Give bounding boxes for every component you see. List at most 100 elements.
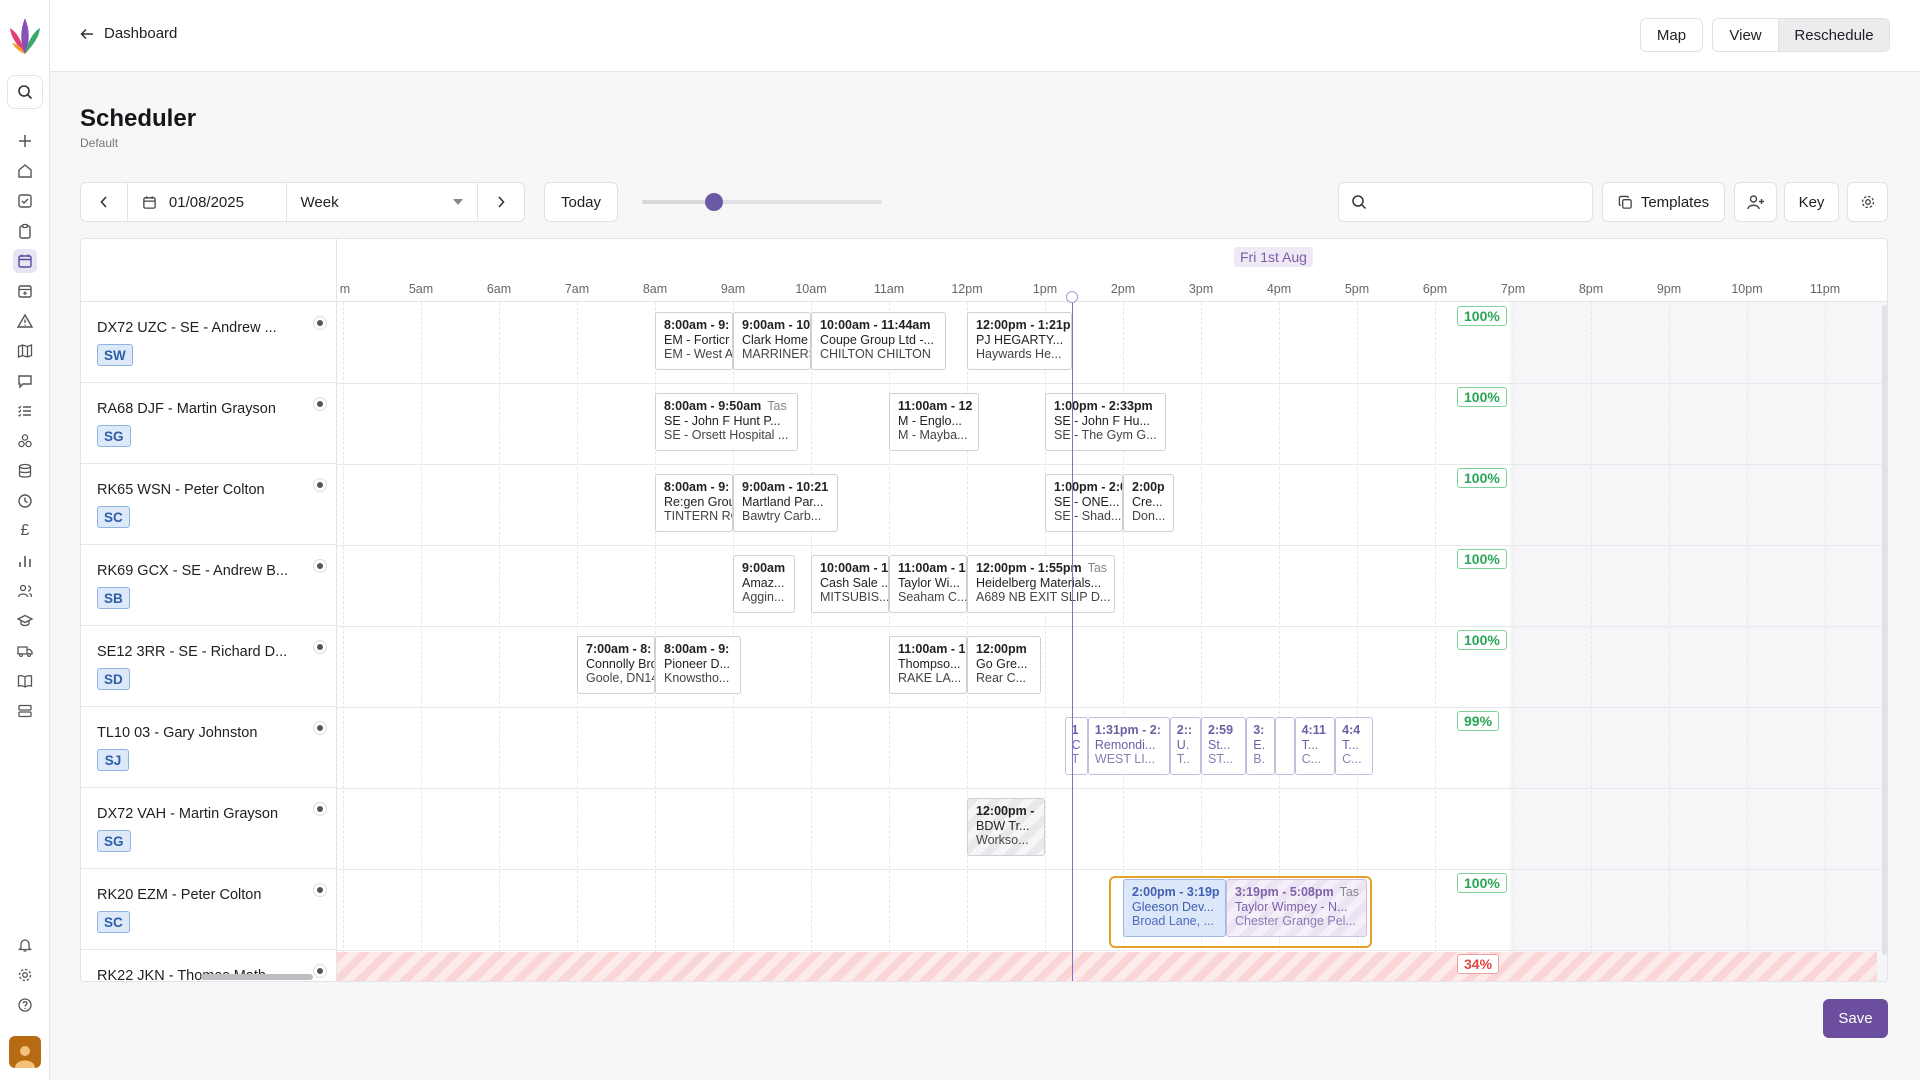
schedule-event[interactable]: 3: E. B. <box>1246 717 1276 775</box>
resource-row[interactable]: SE12 3RR - SE - Richard D... SD <box>81 626 337 707</box>
settings-icon[interactable] <box>13 963 37 987</box>
horizontal-scrollbar[interactable] <box>201 974 313 980</box>
resource-menu-icon[interactable] <box>313 640 327 654</box>
schedule-event[interactable]: 1CT <box>1064 717 1088 775</box>
schedule-event[interactable]: 1:00pm - 2:33pm SE - John F Hu... SE - The… <box>1045 393 1166 451</box>
truck-icon[interactable] <box>13 639 37 663</box>
schedule-event[interactable]: 11:00am - 12 Taylor Wi... Seaham C... <box>889 555 967 613</box>
schedule-event[interactable]: 9:00am - 10:21 Martland Par... Bawtry Carb… <box>733 474 839 532</box>
brand-logo[interactable] <box>8 16 42 56</box>
server-icon[interactable] <box>13 699 37 723</box>
search-field[interactable] <box>1338 182 1593 222</box>
resource-menu-icon[interactable] <box>313 397 327 411</box>
resource-row[interactable]: TL10 03 - Gary Johnston SJ <box>81 707 337 788</box>
message-icon[interactable] <box>13 369 37 393</box>
home-icon[interactable] <box>13 159 37 183</box>
user-avatar[interactable] <box>9 1036 41 1068</box>
bell-icon[interactable] <box>13 933 37 957</box>
cluster-icon[interactable] <box>13 429 37 453</box>
clipboard-icon[interactable] <box>13 219 37 243</box>
date-picker[interactable]: 01/08/2025 <box>126 183 287 221</box>
schedule-event[interactable]: 7:00am - 8: Connolly Bro Goole, DN14 <box>577 636 655 694</box>
calendar-icon <box>143 195 156 209</box>
reschedule-button[interactable]: Reschedule <box>1779 19 1889 51</box>
users-icon[interactable] <box>13 579 37 603</box>
resource-menu-icon[interactable] <box>313 478 327 492</box>
save-button[interactable]: Save <box>1823 999 1888 1038</box>
sidebar-search-button[interactable] <box>7 75 43 109</box>
schedule-event[interactable]: 8:00am - 9: Re:gen Grou TINTERN RO <box>655 474 733 532</box>
schedule-event[interactable]: 2:: U. T.. <box>1169 717 1201 775</box>
resource-row[interactable]: RK65 WSN - Peter Colton SC <box>81 464 337 545</box>
resource-menu-icon[interactable] <box>313 721 327 735</box>
schedule-event[interactable]: 12:00pm Go Gre... Rear C... <box>967 636 1042 694</box>
schedule-event[interactable]: 9:00am - 10 Clark Home MARRINERS <box>733 312 811 370</box>
schedule-event[interactable]: 11:00am - 1: Thompso... RAKE LA... <box>889 636 967 694</box>
pound-icon[interactable]: £ <box>13 519 37 543</box>
clock-icon[interactable] <box>13 489 37 513</box>
schedule-event[interactable]: 1:00pm - 2:0 SE - ONE... SE - Shad... <box>1045 474 1123 532</box>
event-location: C... <box>1342 752 1362 766</box>
schedule-event[interactable]: 8:00am - 9:50am Tas SE - John F Hunt P... S… <box>655 393 798 451</box>
zoom-slider-thumb[interactable] <box>705 193 723 211</box>
resource-menu-icon[interactable] <box>313 964 327 978</box>
resource-row[interactable]: DX72 VAH - Martin Grayson SG <box>81 788 337 869</box>
checkbox-icon[interactable] <box>13 189 37 213</box>
schedule-event[interactable]: 12:00pm - 1:55pm Tas Heidelberg Materials.… <box>967 555 1116 613</box>
schedule-event[interactable]: 8:00am - 9: EM - Forticr EM - West A <box>655 312 733 370</box>
map-icon[interactable] <box>13 339 37 363</box>
today-button[interactable]: Today <box>544 182 618 222</box>
key-button[interactable]: Key <box>1784 182 1839 222</box>
schedule-event[interactable] <box>1275 717 1295 775</box>
schedule-event[interactable]: 11:00am - 12 M - Englo... M - Mayba... <box>889 393 979 451</box>
book-icon[interactable] <box>13 669 37 693</box>
schedule-event[interactable]: 10:00am - 11:44am Coupe Group Ltd -... CHI… <box>811 312 946 370</box>
vertical-scrollbar[interactable] <box>1882 305 1887 955</box>
resource-menu-icon[interactable] <box>313 883 327 897</box>
resource-menu-icon[interactable] <box>313 802 327 816</box>
event-time: 12:00pm - <box>976 804 1035 818</box>
schedule-event[interactable]: 8:00am - 9: Pioneer D... Knowstho... <box>655 636 741 694</box>
calendar-icon[interactable] <box>13 249 37 273</box>
previous-period-button[interactable] <box>81 183 127 221</box>
range-select[interactable]: Week <box>287 183 479 221</box>
hour-label: 6am <box>486 282 512 296</box>
warning-icon[interactable] <box>13 309 37 333</box>
next-period-button[interactable] <box>478 183 524 221</box>
calendar-plus-icon[interactable] <box>13 279 37 303</box>
resource-row[interactable]: RA68 DJF - Martin Grayson SG <box>81 383 337 464</box>
schedule-event[interactable]: 9:00am Amaz... Aggin... <box>733 555 796 613</box>
schedule-event[interactable]: 4:11 T... C... <box>1294 717 1336 775</box>
schedule-event[interactable]: 1:31pm - 2: Remondi... WEST LI... <box>1087 717 1170 775</box>
resource-menu-icon[interactable] <box>313 559 327 573</box>
schedule-event[interactable]: 2:59 St... ST... <box>1201 717 1247 775</box>
plus-icon[interactable] <box>13 129 37 153</box>
bar-chart-icon[interactable] <box>13 549 37 573</box>
resource-row[interactable]: RK20 EZM - Peter Colton SC <box>81 869 337 950</box>
resource-row[interactable]: DX72 UZC - SE - Andrew ... SW <box>81 302 337 383</box>
resource-name: DX72 UZC - SE - Andrew ... <box>97 320 277 336</box>
help-icon[interactable] <box>13 993 37 1017</box>
add-user-button[interactable] <box>1734 182 1777 222</box>
view-button[interactable]: View <box>1713 19 1779 51</box>
zoom-slider[interactable] <box>642 193 882 211</box>
schedule-event[interactable]: 2:00p Cre... Don... <box>1123 474 1174 532</box>
database-icon[interactable] <box>13 459 37 483</box>
back-to-dashboard-link[interactable]: Dashboard <box>80 25 177 42</box>
schedule-event[interactable]: 10:00am - 11 Cash Sale ... MITSUBIS... <box>811 555 889 613</box>
resource-menu-icon[interactable] <box>313 316 327 330</box>
resource-name: DX72 VAH - Martin Grayson <box>97 806 279 822</box>
hour-gridline <box>1669 302 1670 981</box>
schedule-event[interactable]: 4:4 T... C... <box>1335 717 1373 775</box>
selected-events-outline[interactable] <box>1109 876 1372 948</box>
scheduler-settings-button[interactable] <box>1847 182 1888 222</box>
hour-label: 6pm <box>1422 282 1448 296</box>
resource-row[interactable]: RK69 GCX - SE - Andrew B... SB <box>81 545 337 626</box>
graduation-cap-icon[interactable] <box>13 609 37 633</box>
templates-button[interactable]: Templates <box>1602 182 1725 222</box>
map-button[interactable]: Map <box>1640 18 1703 52</box>
schedule-event[interactable]: 12:00pm - 1:21p PJ HEGARTY... Haywards He.… <box>967 312 1073 370</box>
list-check-icon[interactable] <box>13 399 37 423</box>
search-input[interactable] <box>1377 194 1577 210</box>
schedule-event[interactable]: 12:00pm - BDW Tr... Workso... <box>967 798 1045 856</box>
